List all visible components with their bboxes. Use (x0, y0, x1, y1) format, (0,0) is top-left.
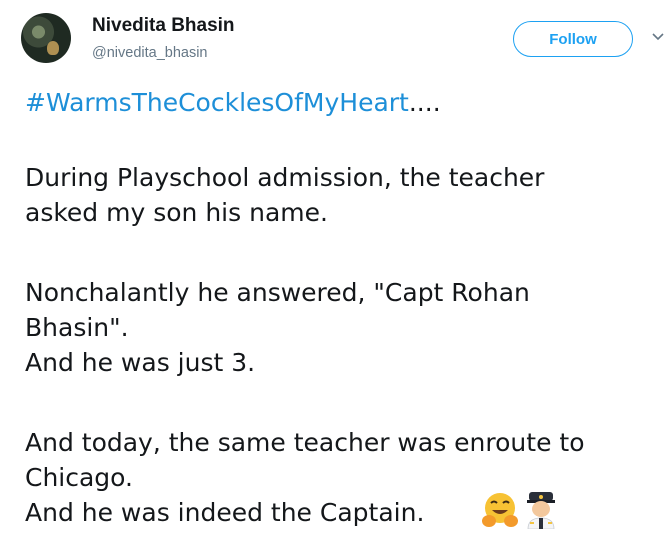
tweet-line: Chicago. (25, 463, 133, 492)
tweet-paragraph-2: Nonchalantly he answered, "Capt Rohan Bh… (25, 275, 530, 380)
tweet-line: asked my son his name. (25, 198, 328, 227)
hashtag-link[interactable]: #WarmsTheCocklesOfMyHeart (25, 88, 409, 117)
tweet-hashtag-line: #WarmsTheCocklesOfMyHeart.... (25, 88, 441, 117)
tweet-line: During Playschool admission, the teacher (25, 163, 545, 192)
author-name[interactable]: Nivedita Bhasin (92, 15, 235, 37)
tweet-line: And today, the same teacher was enroute … (25, 428, 585, 457)
tweet-line: Nonchalantly he answered, "Capt Rohan (25, 278, 530, 307)
chevron-down-icon[interactable] (651, 30, 665, 44)
tweet-line: And he was just 3. (25, 348, 256, 377)
pilot-icon (527, 492, 555, 529)
hashtag-suffix: .... (408, 88, 441, 117)
author-handle[interactable]: @nivedita_bhasin (92, 45, 208, 61)
avatar[interactable] (21, 13, 71, 63)
hugging-face-icon (482, 493, 518, 527)
follow-label: Follow (549, 30, 597, 48)
tweet-paragraph-1: During Playschool admission, the teacher… (25, 160, 544, 230)
tweet-line: Bhasin". (25, 313, 129, 342)
follow-button[interactable]: Follow (513, 21, 633, 57)
